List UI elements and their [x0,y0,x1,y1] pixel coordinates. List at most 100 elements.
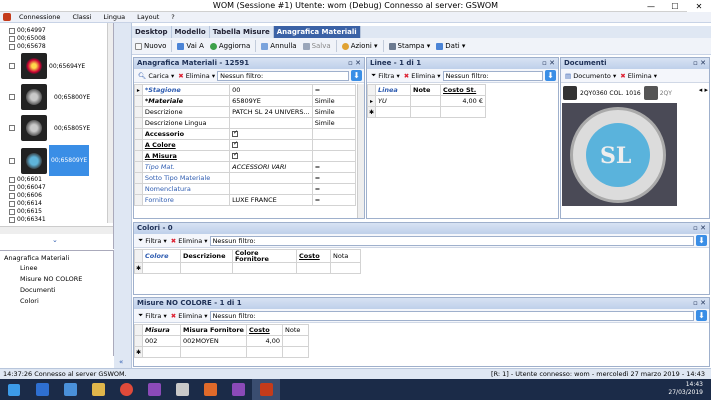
table-row[interactable]: 002 002MOYEN 4,00 [134,335,309,347]
taskbar-app[interactable] [112,379,140,400]
property-value[interactable]: 65809YE [229,95,313,107]
checkbox[interactable] [9,216,15,223]
filter-field[interactable]: Nessun filtro: [209,310,694,321]
checkbox[interactable] [232,152,238,159]
checkbox[interactable] [9,157,15,164]
tab-scroll-arrows[interactable]: ◂ ▸ [699,86,708,94]
clock[interactable]: 14:43 27/03/2019 [668,381,703,397]
data-dropdown[interactable]: Dati ▾ [433,42,468,50]
filter-button[interactable]: ⏷ Filtra ▾ [136,311,169,320]
operator-cell[interactable] [311,139,357,151]
tab-modello[interactable]: Modello [172,26,210,38]
doc-tab-2[interactable]: 2QY [658,90,674,97]
doc-thumb[interactable] [643,86,658,100]
panel-controls[interactable]: ▫ ✕ [693,298,706,309]
delete-button[interactable]: ✖ Elimina ▾ [176,72,217,80]
tree-item-colori[interactable]: Colori [20,297,39,305]
operator-cell[interactable] [311,150,357,162]
list-scrollbar[interactable] [107,23,113,223]
property-value[interactable] [229,172,313,184]
new-row[interactable]: ✱ [134,346,309,358]
save-button[interactable]: Salva [300,42,334,50]
checkbox[interactable] [9,184,15,191]
operator-cell[interactable]: = [311,84,357,96]
refresh-button[interactable]: Aggiorna [207,42,253,50]
new-row[interactable]: ✱ [367,106,486,118]
menu-connessione[interactable]: Connessione [13,13,66,21]
property-row[interactable]: Nomenclatura = [134,183,357,195]
property-value[interactable] [229,117,313,129]
tree-item-documenti[interactable]: Documenti [20,286,55,294]
panel-controls[interactable]: ▫ ✕ [542,58,555,69]
property-value[interactable] [229,128,313,140]
checkbox[interactable] [9,63,15,69]
tab-anagrafica-materiali[interactable]: Anagrafica Materiali [273,26,361,38]
goto-button[interactable]: Vai A [174,42,207,50]
property-row[interactable]: Descrizione Lingua Simile [134,117,357,129]
operator-cell[interactable]: = [311,194,357,206]
taskbar-app[interactable] [224,379,252,400]
close-button[interactable]: ✕ [687,0,711,12]
download-icon[interactable]: ⬇ [545,70,556,81]
checkbox[interactable] [9,208,15,215]
list-item[interactable]: 00;66047 [9,184,46,191]
checkbox[interactable] [9,94,15,100]
filter-field[interactable]: Nessun filtro: [209,235,694,246]
doc-tab-1[interactable]: 2QY0360 COL. 1016 [577,89,644,97]
property-row[interactable]: A Colore [134,139,357,151]
checkbox[interactable] [9,176,15,183]
checkbox[interactable] [9,200,15,207]
list-item-selected[interactable]: 00;65809YE [9,145,90,176]
delete-button[interactable]: ✖ Elimina ▾ [618,72,659,80]
operator-cell[interactable]: Simile [311,106,357,118]
actions-dropdown[interactable]: Azioni ▾ [339,42,381,50]
menu-layout[interactable]: Layout [131,13,165,21]
property-row[interactable]: Descrizione PATCH SL 24 UNIVERS... Simile [134,106,357,118]
taskbar-app[interactable] [28,379,56,400]
checkbox[interactable] [9,125,15,131]
collapse-bar[interactable]: « [114,23,132,368]
property-row[interactable]: Accessorio [134,128,357,140]
download-icon[interactable]: ⬇ [351,70,362,81]
property-value[interactable]: LUXE FRANCE [229,194,313,206]
checkbox[interactable] [232,141,238,148]
list-item[interactable]: 00;6614 [9,200,42,207]
checkbox[interactable] [232,130,238,137]
properties-scrollbar[interactable] [357,84,364,218]
print-dropdown[interactable]: Stampa ▾ [386,42,434,50]
property-row[interactable]: Sotto Tipo Materiale = [134,172,357,184]
property-value[interactable] [229,150,313,162]
property-row[interactable]: Tipo Mat. ACCESSORI VARI = [134,161,357,173]
download-icon[interactable]: ⬇ [696,310,707,321]
horizontal-scrollbar[interactable] [0,226,113,234]
filter-button[interactable]: ⏷ Filtra ▾ [369,71,402,80]
menu-lingua[interactable]: Lingua [97,13,131,21]
panel-controls[interactable]: ▫ ✕ [693,58,706,69]
delete-button[interactable]: ✖ Elimina ▾ [402,72,443,80]
list-item[interactable]: 00;65800YE [9,84,90,110]
list-item[interactable]: 00;6615 [9,208,42,215]
chevron-down-icon[interactable]: ⌄ [52,236,58,244]
property-value[interactable] [229,183,313,195]
menu-classi[interactable]: Classi [66,13,97,21]
delete-button[interactable]: ✖ Elimina ▾ [169,237,210,245]
undo-button[interactable]: Annulla [258,42,299,50]
doc-thumb[interactable] [563,86,577,100]
download-icon[interactable]: ⬇ [696,235,707,246]
list-item[interactable]: 00;65678 [9,43,46,50]
new-row[interactable]: ✱ [134,262,361,274]
list-item[interactable]: 00;6606 [9,192,42,199]
property-row[interactable]: ▸ *Stagione 00 = [134,84,357,96]
taskbar-app[interactable] [84,379,112,400]
taskbar-app[interactable] [56,379,84,400]
start-button[interactable] [0,379,28,400]
panel-controls[interactable]: ▫ ✕ [693,223,706,234]
operator-cell[interactable]: Simile [311,117,357,129]
tree-item-linee[interactable]: Linee [20,264,38,272]
property-value[interactable]: ACCESSORI VARI [229,161,313,173]
tree-root-anagrafica[interactable]: Anagrafica Materiali [4,254,69,262]
property-value[interactable]: 00 [229,84,313,96]
maximize-button[interactable]: ☐ [663,0,687,12]
taskbar-app[interactable] [196,379,224,400]
filter-field[interactable]: Nessun filtro: [217,70,349,81]
